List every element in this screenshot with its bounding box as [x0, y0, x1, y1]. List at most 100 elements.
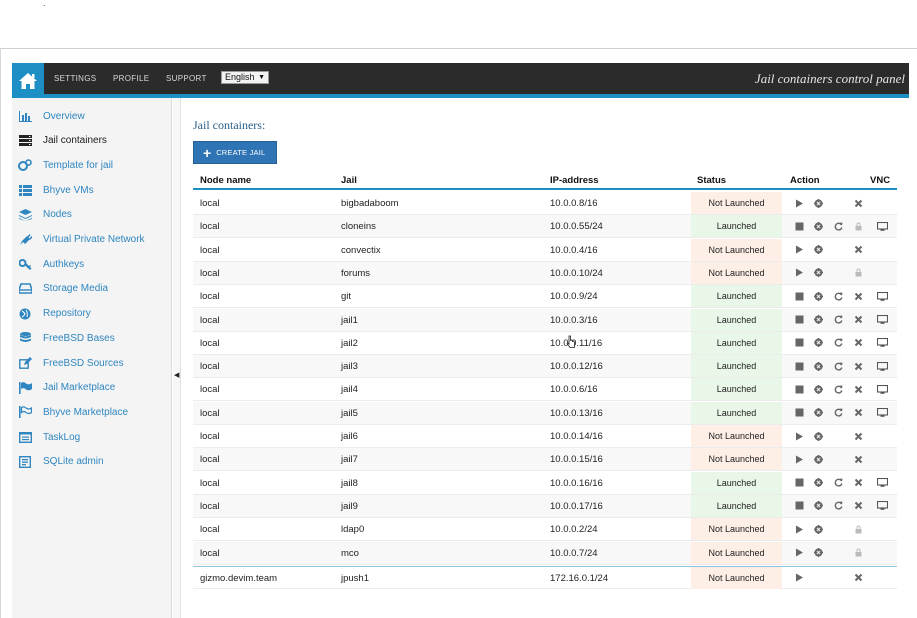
restart-icon[interactable] — [833, 221, 843, 231]
stop-icon[interactable] — [794, 361, 804, 371]
sidebar-item-bhyve-marketplace[interactable]: Bhyve Marketplace — [12, 402, 172, 422]
vnc-monitor-icon[interactable] — [876, 478, 888, 488]
sidebar-item-overview[interactable]: Overview — [12, 106, 172, 126]
remove-icon[interactable] — [853, 338, 863, 348]
sidebar-item-virtual-private-network[interactable]: Virtual Private Network — [12, 230, 172, 250]
restart-icon[interactable] — [833, 408, 843, 418]
sidebar-item-jail-containers[interactable]: Jail containers — [12, 131, 172, 151]
start-icon[interactable] — [794, 454, 804, 464]
restart-icon[interactable] — [833, 501, 843, 511]
settings-gear-icon[interactable] — [813, 384, 823, 394]
restart-icon[interactable] — [833, 361, 843, 371]
remove-icon[interactable] — [853, 573, 863, 583]
stop-icon[interactable] — [794, 338, 804, 348]
restart-icon[interactable] — [833, 315, 843, 325]
start-icon[interactable] — [794, 245, 804, 255]
vnc-monitor-icon[interactable] — [876, 338, 888, 348]
vnc-monitor-icon[interactable] — [876, 408, 888, 418]
table-row[interactable]: local mco 10.0.0.7/24 Not Launched — [193, 541, 897, 565]
table-row[interactable]: local ldap0 10.0.0.2/24 Not Launched — [193, 518, 897, 542]
stop-icon[interactable] — [794, 501, 804, 511]
remove-icon[interactable] — [853, 291, 863, 301]
remove-icon[interactable] — [853, 361, 863, 371]
remove-icon[interactable] — [853, 454, 863, 464]
vnc-monitor-icon[interactable] — [876, 361, 888, 371]
collapse-arrow-icon[interactable]: ◀ — [174, 371, 179, 379]
stop-icon[interactable] — [794, 384, 804, 394]
table-row[interactable]: local jail6 10.0.0.14/16 Not Launched — [193, 425, 897, 448]
column-ip-address[interactable]: IP-address — [550, 175, 599, 186]
settings-gear-icon[interactable] — [813, 198, 823, 208]
sidebar-item-freebsd-bases[interactable]: FreeBSD Bases — [12, 328, 172, 348]
table-row[interactable]: local jail3 10.0.0.12/16 Launched — [193, 355, 897, 379]
sidebar-item-authkeys[interactable]: Authkeys — [12, 254, 172, 274]
settings-gear-icon[interactable] — [813, 548, 823, 558]
remove-icon[interactable] — [853, 198, 863, 208]
settings-gear-icon[interactable] — [813, 501, 823, 511]
remove-icon[interactable] — [853, 384, 863, 394]
sidebar-collapse-handle[interactable] — [173, 98, 181, 618]
remove-icon[interactable] — [853, 315, 863, 325]
settings-gear-icon[interactable] — [813, 431, 823, 441]
vnc-monitor-icon[interactable] — [876, 501, 888, 511]
restart-icon[interactable] — [833, 478, 843, 488]
vnc-monitor-icon[interactable] — [876, 291, 888, 301]
start-icon[interactable] — [794, 548, 804, 558]
table-row[interactable]: local jail4 10.0.0.6/16 Launched — [193, 378, 897, 402]
sidebar-item-storage-media[interactable]: Storage Media — [12, 279, 172, 299]
stop-icon[interactable] — [794, 478, 804, 488]
sidebar-item-bhyve-vms[interactable]: Bhyve VMs — [12, 180, 172, 200]
sidebar-item-jail-marketplace[interactable]: Jail Marketplace — [12, 378, 172, 398]
remove-icon[interactable] — [853, 431, 863, 441]
sidebar-item-nodes[interactable]: Nodes — [12, 205, 172, 225]
table-row[interactable]: local jail7 10.0.0.15/16 Not Launched — [193, 448, 897, 472]
settings-gear-icon[interactable] — [813, 291, 823, 301]
table-row[interactable]: gizmo.devim.team jpush1 172.16.0.1/24 Not L… — [193, 565, 897, 589]
column-node-name[interactable]: Node name — [200, 175, 251, 186]
settings-gear-icon[interactable] — [813, 524, 823, 534]
sidebar-item-template-for-jail[interactable]: Template for jail — [12, 155, 172, 175]
stop-icon[interactable] — [794, 408, 804, 418]
vnc-monitor-icon[interactable] — [876, 221, 888, 231]
table-row[interactable]: local bigbadaboom 10.0.0.8/16 Not Launched — [193, 192, 897, 215]
remove-icon[interactable] — [853, 478, 863, 488]
language-select[interactable]: English ▼ — [221, 71, 269, 84]
restart-icon[interactable] — [833, 338, 843, 348]
table-row[interactable]: local forums 10.0.0.10/24 Not Launched — [193, 261, 897, 285]
table-row[interactable]: local jail2 10.0.0.11/16 Launched — [193, 331, 897, 355]
start-icon[interactable] — [794, 198, 804, 208]
start-icon[interactable] — [794, 573, 804, 583]
settings-gear-icon[interactable] — [813, 268, 823, 278]
settings-gear-icon[interactable] — [813, 361, 823, 371]
column-status[interactable]: Status — [697, 175, 726, 186]
remove-icon[interactable] — [853, 501, 863, 511]
sidebar-item-sqlite-admin[interactable]: SQLite admin — [12, 452, 172, 472]
settings-gear-icon[interactable] — [813, 408, 823, 418]
nav-settings[interactable]: SETTINGS — [54, 74, 96, 83]
settings-gear-icon[interactable] — [813, 221, 823, 231]
settings-gear-icon[interactable] — [813, 454, 823, 464]
sidebar-item-tasklog[interactable]: TaskLog — [12, 427, 172, 447]
start-icon[interactable] — [794, 268, 804, 278]
create-jail-button[interactable]: + CREATE JAIL — [193, 141, 277, 164]
restart-icon[interactable] — [833, 291, 843, 301]
settings-gear-icon[interactable] — [813, 338, 823, 348]
table-row[interactable]: local convectix 10.0.0.4/16 Not Launched — [193, 238, 897, 262]
table-row[interactable]: local jail8 10.0.0.16/16 Launched — [193, 471, 897, 495]
sidebar-item-repository[interactable]: Repository — [12, 304, 172, 324]
restart-icon[interactable] — [833, 384, 843, 394]
stop-icon[interactable] — [794, 221, 804, 231]
table-row[interactable]: local jail5 10.0.0.13/16 Launched — [193, 401, 897, 425]
table-row[interactable]: local cloneins 10.0.0.55/24 Launched — [193, 215, 897, 239]
start-icon[interactable] — [794, 431, 804, 441]
nav-profile[interactable]: PROFILE — [113, 74, 149, 83]
table-row[interactable]: local jail9 10.0.0.17/16 Launched — [193, 494, 897, 518]
sidebar-item-freebsd-sources[interactable]: FreeBSD Sources — [12, 353, 172, 373]
vnc-monitor-icon[interactable] — [876, 384, 888, 394]
home-button[interactable] — [12, 63, 44, 98]
table-row[interactable]: local git 10.0.0.9/24 Launched — [193, 285, 897, 309]
settings-gear-icon[interactable] — [813, 478, 823, 488]
table-row[interactable]: local jail1 10.0.0.3/16 Launched — [193, 308, 897, 332]
start-icon[interactable] — [794, 524, 804, 534]
remove-icon[interactable] — [853, 245, 863, 255]
